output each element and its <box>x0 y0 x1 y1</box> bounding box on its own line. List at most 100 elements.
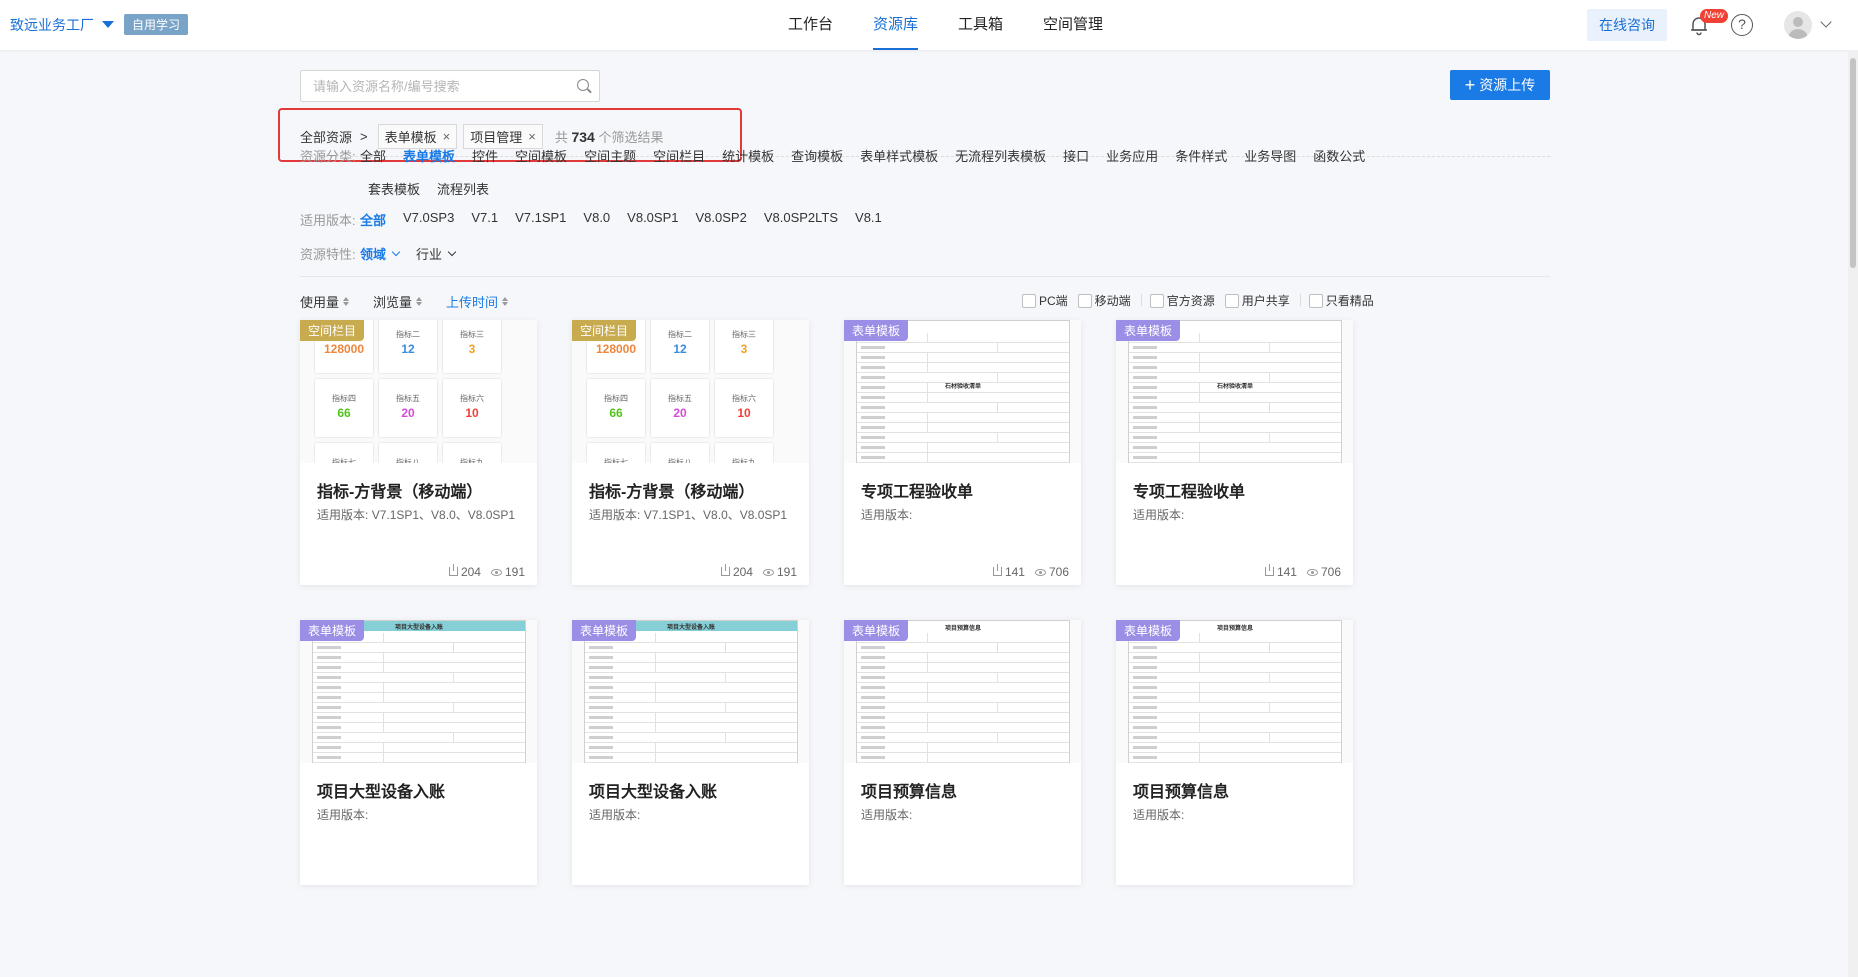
card-title[interactable]: 指标-方背景（移动端） <box>589 478 754 502</box>
card-category-badge: 表单模板 <box>572 620 637 641</box>
category-flow-list[interactable]: 流程列表 <box>437 179 489 198</box>
brand-name[interactable]: 致远业务工厂 <box>10 15 94 35</box>
checkbox-box[interactable] <box>1077 293 1092 308</box>
checkbox-box[interactable] <box>1149 293 1164 308</box>
nav-resource-library[interactable]: 资源库 <box>853 0 938 50</box>
resource-card[interactable]: 石材验收清单 表单模板 专项工程验收单 适用版本: 141 706 <box>844 320 1081 585</box>
search-input[interactable] <box>301 71 561 101</box>
category-function-formula[interactable]: 函数公式 <box>1313 146 1365 165</box>
search-box[interactable] <box>300 70 600 102</box>
category-space-column[interactable]: 空间栏目 <box>653 146 705 165</box>
card-title[interactable]: 项目大型设备入账 <box>589 778 717 802</box>
category-query-template[interactable]: 查询模板 <box>791 146 843 165</box>
sort-upload-time[interactable]: 上传时间 <box>446 292 509 311</box>
card-thumbnail[interactable]: 石材验收清单 <box>1116 320 1353 463</box>
help-icon[interactable]: ? <box>1731 14 1753 36</box>
download-count: 141 <box>1004 565 1025 579</box>
category-all[interactable]: 全部 <box>360 146 386 165</box>
card-stats: 141 706 <box>992 564 1069 579</box>
card-thumbnail[interactable]: 指标一128000指标二12指标三3指标四66指标五20指标六10指标七指标八指… <box>300 320 537 463</box>
form-preview: 项目预算信息 <box>856 620 1070 763</box>
card-title[interactable]: 项目预算信息 <box>861 778 957 802</box>
upload-resource-button[interactable]: + 资源上传 <box>1450 70 1550 100</box>
version-v71sp1[interactable]: V7.1SP1 <box>515 210 566 229</box>
caret-down-icon[interactable] <box>102 21 114 28</box>
version-all[interactable]: 全部 <box>360 210 386 229</box>
version-v80sp1[interactable]: V8.0SP1 <box>627 210 678 229</box>
card-version-value: V7.1SP1、V8.0、V8.0SP1 <box>643 508 788 522</box>
resource-card[interactable]: 指标一128000指标二12指标三3指标四66指标五20指标六10指标七指标八指… <box>300 320 537 585</box>
nav-toolbox[interactable]: 工具箱 <box>938 0 1023 50</box>
category-no-flow-list-template[interactable]: 无流程列表模板 <box>955 146 1046 165</box>
category-stat-template[interactable]: 统计模板 <box>722 146 774 165</box>
category-business-map[interactable]: 业务导图 <box>1244 146 1296 165</box>
version-v70sp3[interactable]: V7.0SP3 <box>403 210 454 229</box>
card-title[interactable]: 专项工程验收单 <box>861 478 973 502</box>
checkbox-box[interactable] <box>1308 293 1323 308</box>
card-title[interactable]: 项目预算信息 <box>1133 778 1229 802</box>
checkbox-premium[interactable]: 只看精品 <box>1308 292 1374 309</box>
version-v80sp2[interactable]: V8.0SP2 <box>696 210 747 229</box>
card-thumbnail[interactable]: 项目大型设备入账 <box>300 620 537 763</box>
category-suite-template[interactable]: 套表模板 <box>368 179 420 198</box>
checkbox-pc[interactable]: PC端 <box>1022 292 1068 309</box>
scrollbar-thumb[interactable] <box>1850 58 1856 268</box>
nav-space-management[interactable]: 空间管理 <box>1023 0 1123 50</box>
version-v80sp2lts[interactable]: V8.0SP2LTS <box>764 210 838 229</box>
checkbox-official[interactable]: 官方资源 <box>1149 292 1215 309</box>
feature-industry-dropdown[interactable]: 行业 <box>416 244 457 263</box>
metric-grid: 指标一128000指标二12指标三3指标四66指标五20指标六10指标七指标八指… <box>586 320 774 463</box>
form-row <box>1129 673 1341 683</box>
category-space-theme[interactable]: 空间主题 <box>584 146 636 165</box>
card-thumbnail[interactable]: 项目大型设备入账 <box>572 620 809 763</box>
feature-domain-dropdown[interactable]: 领域 <box>360 244 401 263</box>
category-control[interactable]: 控件 <box>472 146 498 165</box>
brand-switcher[interactable]: 致远业务工厂 自用学习 <box>10 14 189 35</box>
card-title[interactable]: 专项工程验收单 <box>1133 478 1245 502</box>
close-icon[interactable]: × <box>528 129 536 144</box>
category-interface[interactable]: 接口 <box>1063 146 1089 165</box>
resource-card[interactable]: 项目预算信息 表单模板 项目预算信息 适用版本: <box>1116 620 1353 885</box>
card-thumbnail[interactable]: 指标一128000指标二12指标三3指标四66指标五20指标六10指标七指标八指… <box>572 320 809 463</box>
form-row <box>585 733 797 743</box>
metric-tile: 指标五 20 <box>650 378 710 438</box>
card-title[interactable]: 项目大型设备入账 <box>317 778 445 802</box>
metric-label: 指标九 <box>732 458 756 463</box>
resource-card[interactable]: 项目大型设备入账 表单模板 项目大型设备入账 适用版本: <box>572 620 809 885</box>
checkbox-mobile[interactable]: 移动端 <box>1077 292 1131 309</box>
resource-card[interactable]: 项目大型设备入账 表单模板 项目大型设备入账 适用版本: <box>300 620 537 885</box>
view-stat: 706 <box>1306 565 1341 579</box>
card-thumbnail[interactable]: 石材验收清单 <box>844 320 1081 463</box>
sort-views[interactable]: 浏览量 <box>373 292 423 311</box>
checkbox-box[interactable] <box>1022 293 1036 308</box>
nav-workbench[interactable]: 工作台 <box>768 0 853 50</box>
resource-card[interactable]: 石材验收清单 表单模板 专项工程验收单 适用版本: 141 706 <box>1116 320 1353 585</box>
category-condition-style[interactable]: 条件样式 <box>1175 146 1227 165</box>
sort-usage[interactable]: 使用量 <box>300 292 350 311</box>
card-thumbnail[interactable]: 项目预算信息 <box>1116 620 1353 763</box>
category-business-app[interactable]: 业务应用 <box>1106 146 1158 165</box>
result-suffix: 个筛选结果 <box>598 130 664 145</box>
checkbox-user-shared[interactable]: 用户共享 <box>1224 292 1290 309</box>
category-form-template[interactable]: 表单模板 <box>403 146 455 165</box>
page-scrollbar[interactable] <box>1848 50 1858 977</box>
metric-label: 指标二 <box>396 330 420 339</box>
chevron-down-icon[interactable] <box>1820 16 1832 28</box>
card-title[interactable]: 指标-方背景（移动端） <box>317 478 482 502</box>
avatar[interactable] <box>1784 11 1812 39</box>
version-v71[interactable]: V7.1 <box>471 210 498 229</box>
metric-label: 指标三 <box>732 330 756 339</box>
version-v80[interactable]: V8.0 <box>583 210 610 229</box>
resource-card[interactable]: 项目预算信息 表单模板 项目预算信息 适用版本: <box>844 620 1081 885</box>
version-v81[interactable]: V8.1 <box>855 210 882 229</box>
category-form-style-template[interactable]: 表单样式模板 <box>860 146 938 165</box>
category-space-template[interactable]: 空间模板 <box>515 146 567 165</box>
close-icon[interactable]: × <box>443 129 451 144</box>
breadcrumb-root[interactable]: 全部资源 <box>300 127 352 146</box>
search-icon[interactable] <box>577 79 589 91</box>
metric-tile: 指标二 12 <box>650 320 710 374</box>
card-thumbnail[interactable]: 项目预算信息 <box>844 620 1081 763</box>
resource-card[interactable]: 指标一128000指标二12指标三3指标四66指标五20指标六10指标七指标八指… <box>572 320 809 585</box>
checkbox-box[interactable] <box>1224 293 1239 308</box>
online-consult-button[interactable]: 在线咨询 <box>1587 9 1667 41</box>
